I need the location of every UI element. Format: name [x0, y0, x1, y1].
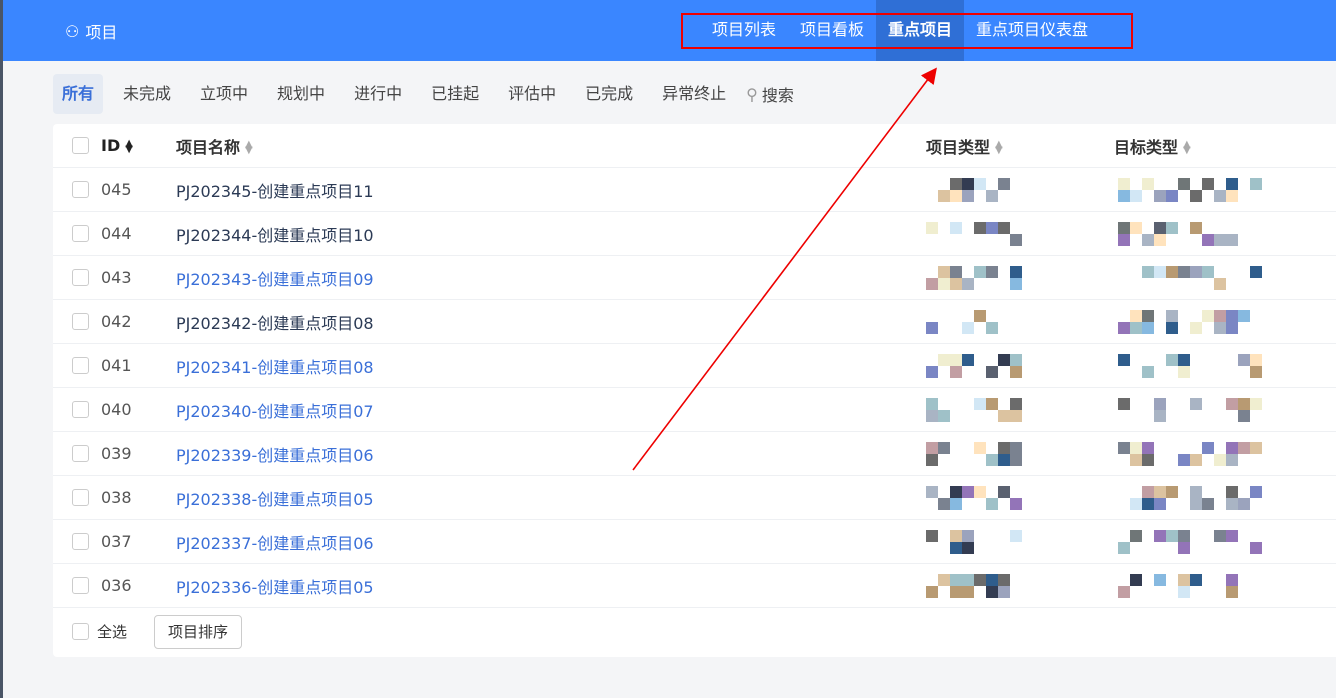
row-checkbox[interactable] — [72, 225, 89, 242]
table-row[interactable]: 045 PJ202345-创建重点项目11 — [53, 168, 1336, 212]
row-id: 039 — [101, 444, 132, 463]
row-checkbox[interactable] — [72, 357, 89, 374]
search-label: 搜索 — [761, 86, 794, 105]
header-checkbox[interactable] — [72, 137, 89, 154]
project-table: ID ▲ ▼ 项目名称 ▲ ▼ 项目类型 ▲ ▼ 目标类型 ▲ ▼ 全选 项目排序 045 PJ2… — [53, 124, 1336, 657]
row-checkbox[interactable] — [72, 181, 89, 198]
redacted-cell — [926, 573, 1022, 598]
redacted-cell — [1118, 397, 1262, 422]
top-bar: ⚇ 项目 项目列表 项目看板 重点项目 重点项目仪表盘 — [3, 0, 1336, 61]
row-id: 043 — [101, 268, 132, 287]
redacted-cell — [926, 353, 1022, 378]
select-all-label: 全选 — [97, 623, 128, 641]
search-icon: ⚲ — [746, 84, 758, 104]
project-name-link[interactable]: PJ202344-创建重点项目10 — [176, 222, 374, 246]
row-id: 037 — [101, 532, 132, 551]
filter-tab[interactable]: 规划中 — [268, 74, 334, 114]
col-id[interactable]: ID ▲ ▼ — [101, 136, 133, 155]
table-footer: 全选 项目排序 — [53, 606, 1336, 657]
project-name-link[interactable]: PJ202342-创建重点项目08 — [176, 310, 374, 334]
search-button[interactable]: ⚲ 搜索 — [746, 82, 794, 106]
redacted-cell — [926, 485, 1022, 510]
row-id: 036 — [101, 576, 132, 595]
table-row[interactable]: 044 PJ202344-创建重点项目10 — [53, 212, 1336, 256]
redacted-cell — [1118, 573, 1262, 598]
nav-tab[interactable]: 项目看板 — [788, 0, 876, 61]
filter-tab[interactable]: 已挂起 — [422, 74, 488, 114]
redacted-cell — [1118, 353, 1262, 378]
project-sort-button[interactable]: 项目排序 — [154, 615, 243, 649]
row-checkbox[interactable] — [72, 489, 89, 506]
table-row[interactable]: 036 PJ202336-创建重点项目05 — [53, 564, 1336, 608]
project-name-link[interactable]: PJ202345-创建重点项目11 — [176, 178, 374, 202]
row-id: 040 — [101, 400, 132, 419]
row-checkbox[interactable] — [72, 313, 89, 330]
filter-tab[interactable]: 立项中 — [191, 74, 257, 114]
redacted-cell — [1118, 309, 1262, 334]
nav-tab[interactable]: 重点项目 — [876, 0, 965, 61]
redacted-cell — [926, 221, 1022, 246]
filter-tab[interactable]: 异常终止 — [653, 74, 735, 114]
row-id: 045 — [101, 180, 132, 199]
row-id: 042 — [101, 312, 132, 331]
table-header: ID ▲ ▼ 项目名称 ▲ ▼ 项目类型 ▲ ▼ 目标类型 ▲ ▼ — [53, 124, 1336, 168]
redacted-cell — [926, 397, 1022, 422]
brand-label: 项目 — [85, 23, 118, 42]
window-edge — [0, 0, 3, 698]
table-row[interactable]: 039 PJ202339-创建重点项目06 — [53, 432, 1336, 476]
col-target-type[interactable]: 目标类型 ▲ ▼ — [1114, 134, 1191, 158]
status-filters: 所有 未完成 立项中 规划中 进行中 已挂起 评估中 已完成 异常终止 ⚲ 搜索 — [53, 74, 794, 114]
project-name-link[interactable]: PJ202336-创建重点项目05 — [176, 574, 374, 598]
row-checkbox[interactable] — [72, 577, 89, 594]
redacted-cell — [926, 441, 1022, 466]
table-row[interactable]: 043 PJ202343-创建重点项目09 — [53, 256, 1336, 300]
nav-tab[interactable]: 重点项目仪表盘 — [964, 0, 1100, 61]
table-row[interactable]: 041 PJ202341-创建重点项目08 — [53, 344, 1336, 388]
project-name-link[interactable]: PJ202341-创建重点项目08 — [176, 354, 374, 378]
table-row[interactable]: 042 PJ202342-创建重点项目08 — [53, 300, 1336, 344]
project-name-link[interactable]: PJ202337-创建重点项目06 — [176, 530, 374, 554]
row-checkbox[interactable] — [72, 269, 89, 286]
project-name-link[interactable]: PJ202339-创建重点项目06 — [176, 442, 374, 466]
redacted-cell — [926, 529, 1022, 554]
redacted-cell — [926, 309, 1022, 334]
select-all-checkbox[interactable] — [72, 623, 89, 640]
row-id: 044 — [101, 224, 132, 243]
project-icon: ⚇ — [65, 21, 80, 41]
table-row[interactable]: 040 PJ202340-创建重点项目07 — [53, 388, 1336, 432]
row-id: 041 — [101, 356, 132, 375]
row-checkbox[interactable] — [72, 533, 89, 550]
top-nav: 项目列表 项目看板 重点项目 重点项目仪表盘 — [700, 0, 1100, 61]
project-name-link[interactable]: PJ202343-创建重点项目09 — [176, 266, 374, 290]
row-checkbox[interactable] — [72, 401, 89, 418]
redacted-cell — [1118, 177, 1262, 202]
table-row[interactable]: 038 PJ202338-创建重点项目05 — [53, 476, 1336, 520]
redacted-cell — [1118, 221, 1262, 246]
project-name-link[interactable]: PJ202338-创建重点项目05 — [176, 486, 374, 510]
row-id: 038 — [101, 488, 132, 507]
row-checkbox[interactable] — [72, 445, 89, 462]
col-name[interactable]: 项目名称 ▲ ▼ — [176, 134, 253, 158]
filter-tab[interactable]: 评估中 — [499, 74, 565, 114]
brand[interactable]: ⚇ 项目 — [65, 19, 117, 43]
col-project-type[interactable]: 项目类型 ▲ ▼ — [926, 134, 1003, 158]
filter-tab[interactable]: 进行中 — [345, 74, 411, 114]
redacted-cell — [1118, 529, 1262, 554]
redacted-cell — [926, 265, 1022, 290]
table-row[interactable]: 037 PJ202337-创建重点项目06 — [53, 520, 1336, 564]
nav-tab[interactable]: 项目列表 — [700, 0, 788, 61]
filter-tab[interactable]: 所有 — [53, 74, 104, 114]
redacted-cell — [1118, 265, 1262, 290]
filter-tab[interactable]: 已完成 — [576, 74, 642, 114]
redacted-cell — [926, 177, 1022, 202]
filter-tab[interactable]: 未完成 — [114, 74, 180, 114]
project-name-link[interactable]: PJ202340-创建重点项目07 — [176, 398, 374, 422]
redacted-cell — [1118, 441, 1262, 466]
redacted-cell — [1118, 485, 1262, 510]
